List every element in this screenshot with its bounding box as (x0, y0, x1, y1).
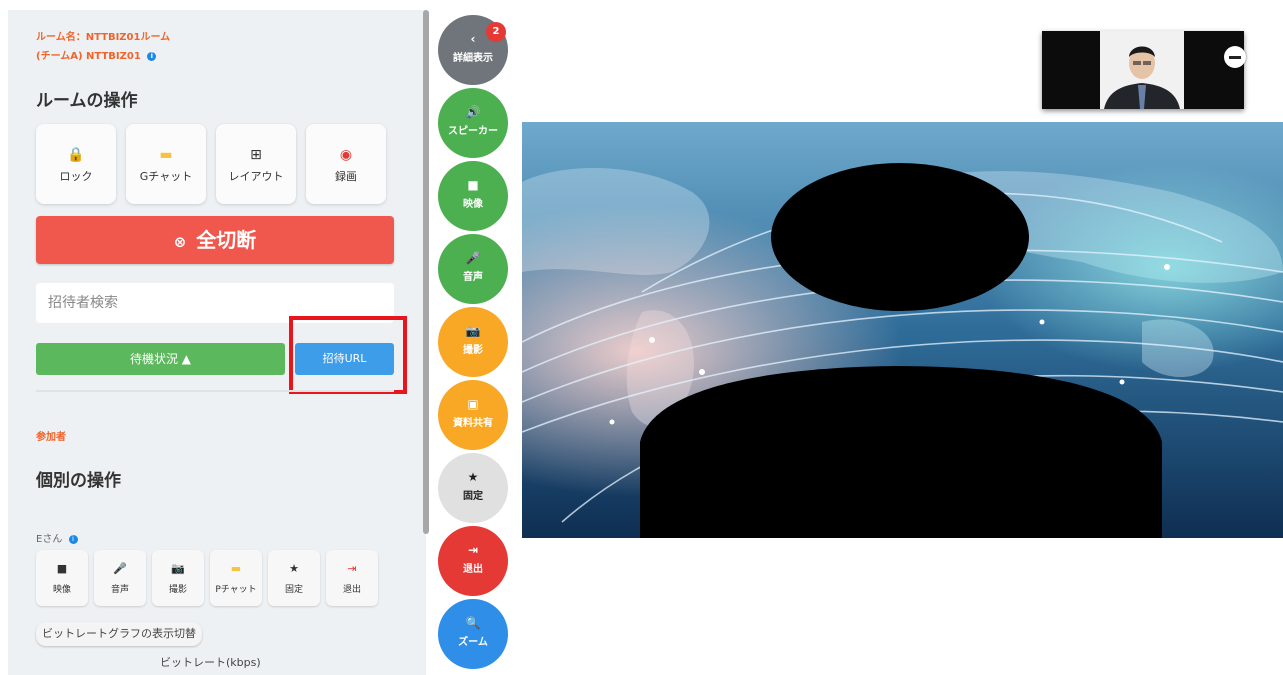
layout-grid-icon: ⊞ (250, 147, 262, 163)
zoom-icon: 🔍 (465, 616, 481, 630)
wait-status-button[interactable]: 待機状況 ▲ (36, 343, 285, 375)
layout-button[interactable]: ⊞ レイアウト (216, 124, 296, 204)
video-label: 映像 (463, 199, 483, 210)
speaker-icon: 🔊 (465, 105, 481, 119)
star-icon: ★ (289, 562, 299, 575)
user-pin-label: 固定 (284, 585, 303, 595)
user-video-label: 映像 (52, 585, 71, 595)
bitrate-title: ビットレート(kbps) (160, 656, 261, 669)
zoom-label: ズーム (458, 637, 488, 648)
audio-label: 音声 (463, 272, 483, 283)
self-view-frame (1042, 31, 1244, 109)
participant-name: Eさん i (36, 530, 78, 545)
close-circle-icon: ⊗ (173, 233, 187, 251)
user-exit-label: 退出 (342, 585, 361, 595)
room-name-line1: ルーム名：NTTBIZ01ルーム (36, 32, 171, 43)
speaker-button[interactable]: 🔊 スピーカー (438, 88, 508, 158)
video-icon: ■ (467, 178, 479, 192)
user-capture-label: 撮影 (168, 585, 187, 595)
minimize-icon[interactable] (1224, 46, 1246, 68)
info-icon[interactable]: i (147, 51, 157, 61)
user-audio-label: 音声 (110, 585, 129, 595)
group-chat-button[interactable]: ▬ Gチャット (126, 124, 206, 204)
panel-scrollbar[interactable] (423, 10, 429, 534)
room-operations-heading: ルームの操作 (36, 91, 138, 111)
pin-button[interactable]: ★ 固定 (438, 453, 508, 523)
video-frame (522, 122, 1283, 538)
participant-name-text: Eさん (36, 534, 63, 545)
share-material-button[interactable]: ▣ 資料共有 (438, 380, 508, 450)
self-view-thumbnail[interactable] (1042, 31, 1244, 109)
leave-button[interactable]: ⇥ 退出 (438, 526, 508, 596)
video-button[interactable]: ■ 映像 (438, 161, 508, 231)
capture-label: 撮影 (463, 345, 483, 356)
individual-operations-heading: 個別の操作 (36, 471, 121, 491)
divider (36, 390, 394, 392)
layout-label: レイアウト (228, 170, 284, 183)
share-material-label: 資料共有 (453, 418, 493, 429)
room-name-line2: (チームA) NTTBIZ01 (36, 51, 141, 62)
info-icon[interactable]: i (68, 534, 78, 544)
user-pin-button[interactable]: ★ 固定 (268, 550, 320, 606)
record-icon: ◉ (339, 147, 353, 163)
details-label: 詳細表示 (453, 53, 493, 64)
private-chat-icon: ▬ (230, 562, 242, 575)
lock-button[interactable]: 🔒 ロック (36, 124, 116, 204)
group-chat-label: Gチャット (139, 170, 193, 183)
user-private-chat-button[interactable]: ▬ Pチャット (210, 550, 262, 606)
participants-label: 参加者 (36, 432, 66, 443)
mic-icon: 🎤 (465, 251, 481, 265)
user-audio-button[interactable]: 🎤 音声 (94, 550, 146, 606)
star-icon: ★ (467, 470, 479, 484)
camera-icon: 📷 (171, 562, 185, 575)
room-name: ルーム名：NTTBIZ01ルーム (チームA) NTTBIZ01 i (36, 28, 276, 66)
record-label: 録画 (335, 170, 357, 183)
lock-icon: 🔒 (67, 147, 85, 163)
record-button[interactable]: ◉ 録画 (306, 124, 386, 204)
user-capture-button[interactable]: 📷 撮影 (152, 550, 204, 606)
disconnect-all-button[interactable]: ⊗ 全切断 (36, 216, 394, 264)
exit-icon: ⇥ (467, 543, 479, 557)
audio-button[interactable]: 🎤 音声 (438, 234, 508, 304)
exit-icon: ⇥ (347, 562, 357, 575)
zoom-button[interactable]: 🔍 ズーム (438, 599, 508, 669)
pin-label: 固定 (463, 491, 483, 502)
main-video-feed[interactable] (522, 122, 1283, 538)
room-name-line2-row: (チームA) NTTBIZ01 i (36, 47, 276, 66)
share-screen-icon: ▣ (467, 397, 479, 411)
control-panel: ルーム名：NTTBIZ01ルーム (チームA) NTTBIZ01 i ルームの操… (8, 10, 426, 675)
camera-icon: 📷 (465, 324, 481, 338)
video-icon: ■ (56, 562, 68, 575)
capture-button[interactable]: 📷 撮影 (438, 307, 508, 377)
user-exit-button[interactable]: ⇥ 退出 (326, 550, 378, 606)
mic-icon: 🎤 (113, 562, 127, 575)
leave-label: 退出 (463, 564, 483, 575)
video-conference-screen: ルーム名：NTTBIZ01ルーム (チームA) NTTBIZ01 i ルームの操… (0, 0, 1283, 675)
lock-label: ロック (59, 170, 93, 183)
bitrate-graph-toggle-button[interactable]: ビットレートグラフの表示切替 (36, 622, 202, 646)
user-video-button[interactable]: ■ 映像 (36, 550, 88, 606)
speaker-label: スピーカー (448, 126, 498, 137)
notification-badge: 2 (486, 22, 506, 42)
group-chat-icon: ▬ (159, 147, 173, 163)
highlight-box (289, 316, 407, 394)
disconnect-all-label: 全切断 (196, 228, 257, 252)
user-private-chat-label: Pチャット (215, 585, 257, 595)
